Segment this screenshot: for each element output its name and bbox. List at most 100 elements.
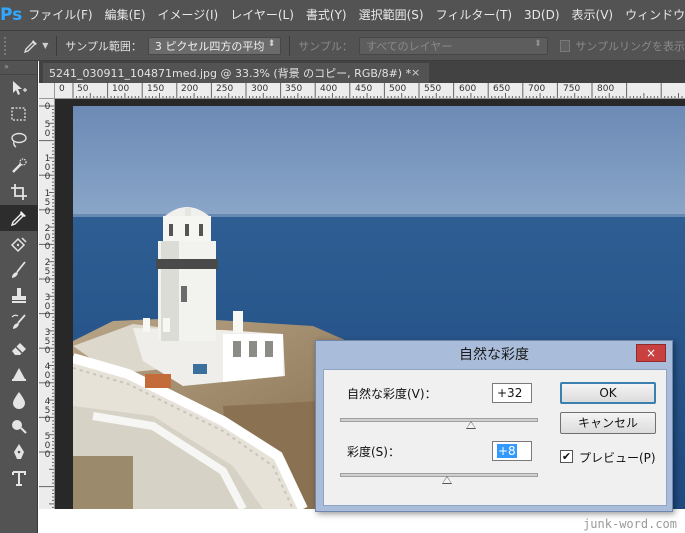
- dodge-icon[interactable]: [0, 413, 38, 439]
- checkmark-icon: ✔: [561, 450, 572, 463]
- vibrance-input[interactable]: +32: [492, 383, 532, 403]
- move-icon[interactable]: [0, 75, 38, 101]
- ruler-tick-label: 0: [44, 102, 51, 112]
- lasso-icon[interactable]: [0, 127, 38, 153]
- preview-checkbox[interactable]: ✔: [560, 450, 573, 463]
- ruler-tick-label: 150: [147, 84, 165, 94]
- ruler-tick-label: 100: [44, 154, 51, 182]
- saturation-label: 彩度(S)：: [347, 445, 400, 459]
- sample-size-label: サンプル範囲：: [65, 39, 142, 53]
- menu-image[interactable]: イメージ(I): [152, 0, 225, 30]
- ruler-tick-label: 300: [44, 293, 51, 321]
- document-tab[interactable]: 5241_030911_104871med.jpg @ 33.3% (背景 のコ…: [43, 63, 429, 83]
- close-icon[interactable]: ×: [411, 63, 420, 83]
- vibrance-slider[interactable]: [340, 418, 538, 422]
- sample-size-select[interactable]: 3 ピクセル四方の平均 ⬍: [147, 36, 282, 55]
- ruler-tick-label: 350: [285, 84, 303, 94]
- crop-icon[interactable]: [0, 179, 38, 205]
- menu-layer[interactable]: レイヤー(L): [224, 0, 300, 30]
- options-bar-grip[interactable]: [4, 36, 11, 55]
- ruler-tick-label: 100: [112, 84, 130, 94]
- ruler-tick-label: 750: [563, 84, 581, 94]
- ruler-tick-label: 250: [216, 84, 234, 94]
- menu-view[interactable]: 表示(V): [566, 0, 620, 30]
- ruler-tick-label: 700: [528, 84, 546, 94]
- healing-icon[interactable]: [0, 231, 38, 257]
- saturation-value: +8: [497, 444, 517, 458]
- options-separator: [56, 35, 58, 56]
- pen-icon[interactable]: [0, 439, 38, 465]
- cancel-button[interactable]: キャンセル: [560, 412, 656, 434]
- ruler-tick-label: 600: [459, 84, 477, 94]
- document-tab-title: 5241_030911_104871med.jpg @ 33.3% (背景 のコ…: [49, 67, 412, 80]
- ruler-tick-label: 800: [597, 84, 615, 94]
- menu-edit[interactable]: 編集(E): [99, 0, 152, 30]
- history-brush-icon[interactable]: [0, 309, 38, 335]
- eraser-icon[interactable]: [0, 335, 38, 361]
- menu-file[interactable]: ファイル(F): [22, 0, 98, 30]
- ruler-tick-label: 50: [77, 84, 89, 94]
- menu-select[interactable]: 選択範囲(S): [353, 0, 430, 30]
- saturation-input[interactable]: +8: [492, 441, 532, 461]
- dialog-body: 自然な彩度(V)： +32 彩度(S)： +8 OK キャンセル ✔ プレビュー…: [323, 369, 667, 506]
- ruler-tick-label: 400: [320, 84, 338, 94]
- ruler-tick-label: 550: [424, 84, 442, 94]
- sample-size-value: 3 ピクセル四方の平均: [154, 39, 265, 53]
- show-sampling-ring-checkbox[interactable]: [559, 39, 571, 52]
- ok-button[interactable]: OK: [560, 382, 656, 404]
- ruler-tick-label: 500: [44, 432, 51, 460]
- ruler-tick-label: 250: [44, 258, 51, 286]
- sample-layers-select[interactable]: すべてのレイヤー ⬍: [358, 36, 548, 55]
- stamp-icon[interactable]: [0, 283, 38, 309]
- select-chevron-icon: ⬍: [267, 38, 276, 49]
- dialog-title[interactable]: 自然な彩度: [316, 341, 672, 369]
- collapse-panel-icon[interactable]: »: [0, 61, 37, 75]
- document-tab-bar: 5241_030911_104871med.jpg @ 33.3% (背景 のコ…: [39, 61, 685, 83]
- options-separator: [289, 35, 291, 56]
- menu-3d[interactable]: 3D(D): [518, 0, 565, 30]
- saturation-slider[interactable]: [340, 473, 538, 477]
- vertical-ruler[interactable]: 0 50 100 150 200 250 300 350 400 450 500: [39, 99, 55, 509]
- show-sampling-ring-label: サンプルリングを表示: [575, 39, 685, 53]
- blur-icon[interactable]: [0, 387, 38, 413]
- marquee-icon[interactable]: [0, 101, 38, 127]
- ruler-tick-label: 50: [44, 120, 51, 139]
- sample-label: サンプル：: [298, 39, 353, 53]
- ruler-origin[interactable]: [39, 83, 55, 99]
- ruler-tick-label: 300: [251, 84, 269, 94]
- ruler-tick-label: 0: [59, 84, 65, 94]
- vibrance-dialog: 自然な彩度 × 自然な彩度(V)： +32 彩度(S)： +8 OK キャンセル…: [315, 340, 673, 512]
- eyedropper-tool-icon[interactable]: [0, 205, 38, 231]
- menu-bar: Ps ファイル(F) 編集(E) イメージ(I) レイヤー(L) 書式(Y) 選…: [0, 0, 685, 30]
- eyedropper-icon[interactable]: [21, 35, 40, 57]
- dialog-close-button[interactable]: ×: [636, 344, 666, 362]
- ruler-tick-label: 350: [44, 328, 51, 356]
- ruler-tick-label: 500: [389, 84, 407, 94]
- type-icon[interactable]: [0, 465, 38, 491]
- vibrance-slider-thumb[interactable]: [465, 421, 476, 429]
- ruler-tick-label: 200: [181, 84, 199, 94]
- quick-select-icon[interactable]: [0, 153, 38, 179]
- photoshop-logo: Ps: [0, 5, 23, 25]
- menu-filter[interactable]: フィルター(T): [430, 0, 518, 30]
- menu-window[interactable]: ウィンドウ(W): [619, 0, 685, 30]
- brush-icon[interactable]: [0, 257, 38, 283]
- ruler-tick-label: 200: [44, 224, 51, 252]
- options-bar: ▼ サンプル範囲： 3 ピクセル四方の平均 ⬍ サンプル： すべてのレイヤー ⬍…: [0, 30, 685, 61]
- watermark: junk-word.com: [583, 517, 677, 531]
- saturation-slider-thumb[interactable]: [441, 476, 452, 484]
- vibrance-label: 自然な彩度(V)：: [347, 387, 437, 401]
- menu-type[interactable]: 書式(Y): [300, 0, 353, 30]
- ruler-tick-label: 650: [493, 84, 511, 94]
- ruler-tick-label: 450: [44, 397, 51, 425]
- ruler-tick-label: 400: [44, 362, 51, 390]
- ruler-tick-label: 150: [44, 189, 51, 217]
- horizontal-ruler[interactable]: 0 50 100 150 200 250 300 350 400 450 500…: [55, 83, 685, 99]
- ruler-tick-label: 450: [355, 84, 373, 94]
- sample-layers-value: すべてのレイヤー: [365, 39, 453, 53]
- gradient-icon[interactable]: [0, 361, 38, 387]
- tool-preset-chevron-down-icon[interactable]: ▼: [42, 41, 48, 50]
- tools-panel: »: [0, 61, 38, 533]
- preview-label: プレビュー(P): [579, 451, 656, 465]
- select-chevron-icon: ⬍: [534, 38, 542, 49]
